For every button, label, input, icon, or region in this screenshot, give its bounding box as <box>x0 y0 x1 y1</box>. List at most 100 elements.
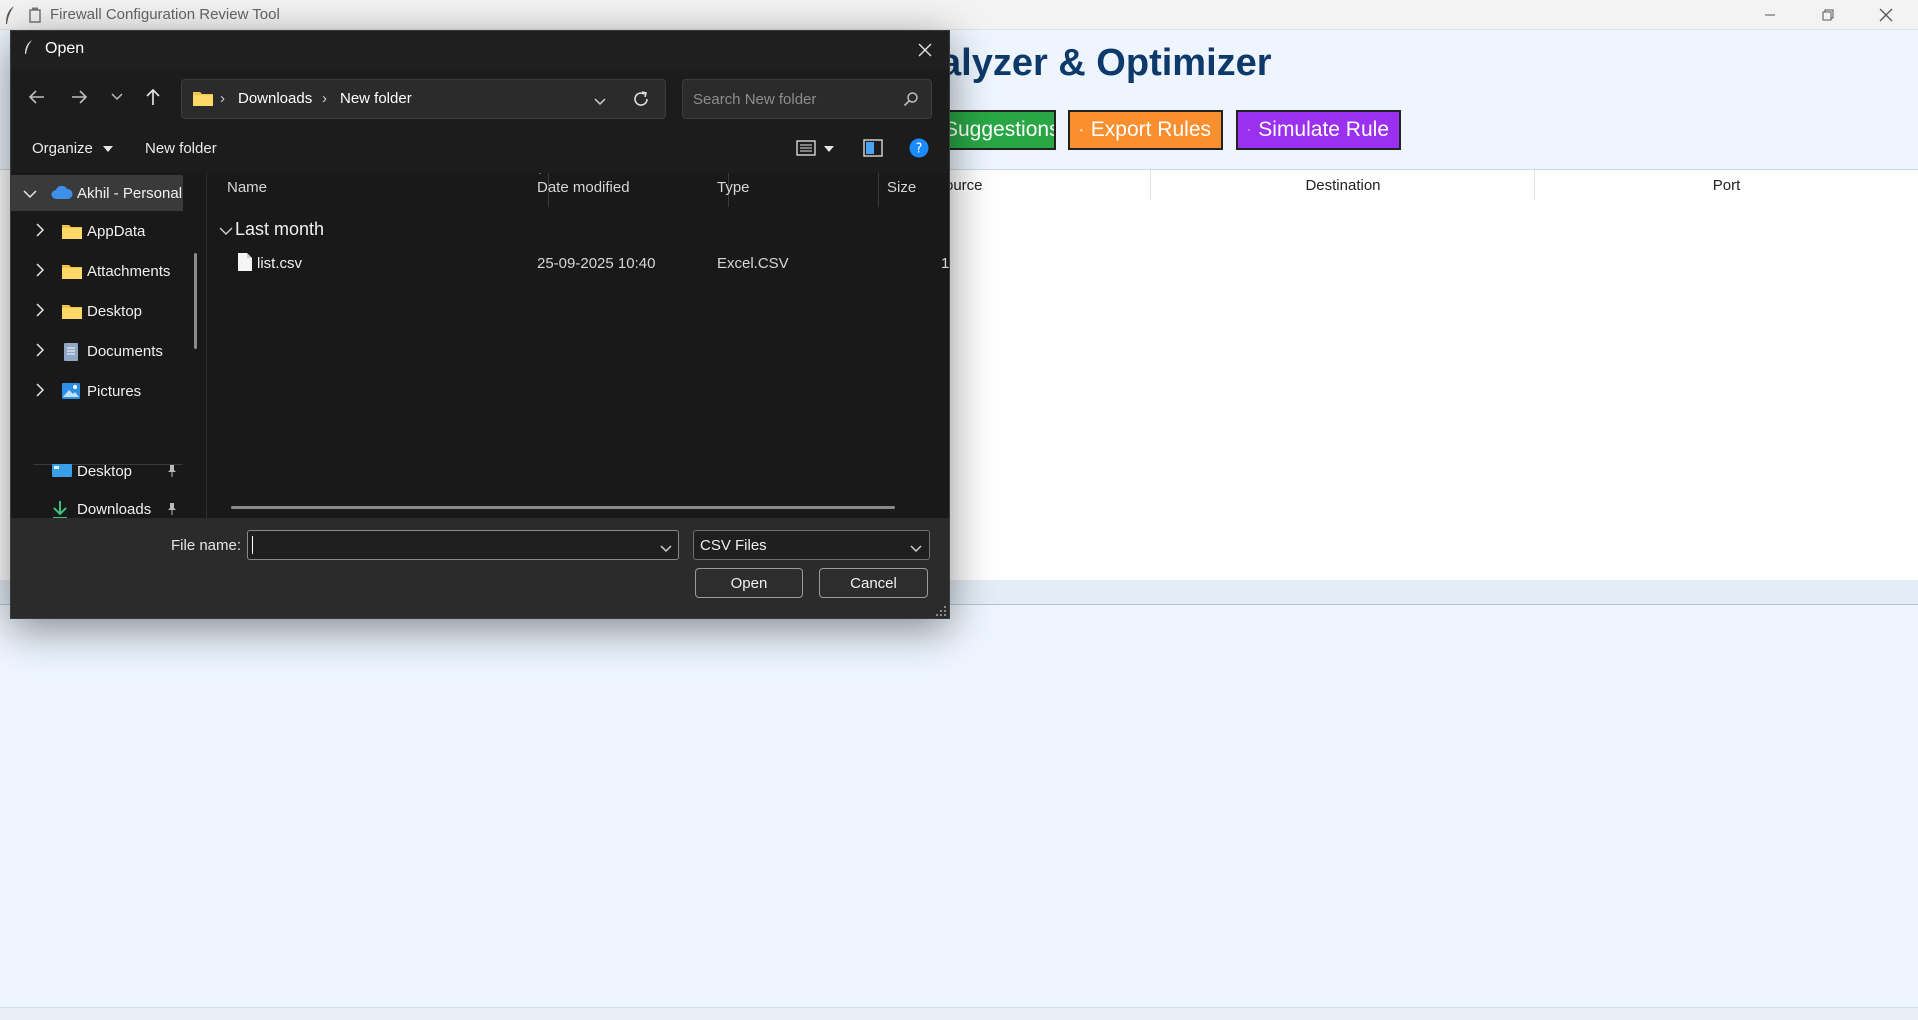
documents-icon <box>61 342 81 360</box>
pin-icon <box>166 502 178 518</box>
file-type-select[interactable]: CSV Files <box>693 530 930 560</box>
preview-pane-button[interactable] <box>863 139 883 162</box>
column-header-port[interactable]: Port <box>1535 170 1918 200</box>
chevron-right-icon <box>35 343 49 357</box>
chevron-down-icon <box>910 541 922 559</box>
file-size: 1 <box>941 255 949 272</box>
export-rules-label: Export Rules <box>1091 118 1211 142</box>
nav-item-label: AppData <box>87 223 145 240</box>
minimize-button[interactable] <box>1742 0 1798 29</box>
chevron-right-icon <box>35 383 49 397</box>
svg-text:?: ? <box>916 142 923 157</box>
file-name-input[interactable] <box>247 530 679 560</box>
breadcrumb-new-folder[interactable]: New folder <box>340 90 412 107</box>
preview-pane-icon <box>863 139 883 157</box>
close-button[interactable] <box>1858 0 1914 29</box>
search-input[interactable]: Search New folder <box>682 79 932 119</box>
nav-item-onedrive[interactable]: Akhil - Personal <box>11 175 183 211</box>
file-list: Name ˅ Date modified Type Size Last mont… <box>207 173 949 518</box>
nav-item-desktop[interactable]: Desktop <box>11 293 206 329</box>
column-date-modified[interactable]: Date modified <box>537 179 630 196</box>
organize-label: Organize <box>32 140 93 157</box>
column-type[interactable]: Type <box>717 179 750 196</box>
resize-grip-icon[interactable] <box>935 604 947 622</box>
nav-item-label: Pictures <box>87 383 141 400</box>
restore-icon <box>1822 9 1834 21</box>
nav-item-label: Downloads <box>77 501 151 518</box>
chevron-right-icon <box>35 263 49 277</box>
back-button[interactable] <box>23 83 51 111</box>
column-header-destination[interactable]: Destination <box>1152 170 1535 200</box>
nav-item-attachments[interactable]: Attachments <box>11 253 206 289</box>
output-panel <box>0 605 1918 1007</box>
refresh-icon <box>632 90 650 108</box>
chevron-down-icon <box>23 186 37 200</box>
new-folder-button[interactable]: New folder <box>145 140 217 157</box>
recent-locations-button[interactable] <box>103 83 131 111</box>
navigation-bar: › Downloads › New folder Search New fold… <box>11 69 949 125</box>
cancel-button[interactable]: Cancel <box>819 568 928 598</box>
folder-icon <box>61 302 81 320</box>
column-name[interactable]: Name <box>227 179 267 196</box>
chevron-right-icon <box>35 303 49 317</box>
search-placeholder: Search New folder <box>693 91 816 108</box>
group-header[interactable]: Last month <box>207 215 949 245</box>
open-button[interactable]: Open <box>695 568 803 598</box>
folder-icon <box>61 222 81 240</box>
nav-item-quick-downloads[interactable]: Downloads <box>11 491 206 518</box>
nav-item-label: Desktop <box>87 303 142 320</box>
up-button[interactable] <box>139 83 167 111</box>
column-header-label: Destination <box>1305 177 1380 194</box>
column-header-label: ource <box>945 177 983 194</box>
nav-item-pictures[interactable]: Pictures <box>11 373 206 409</box>
file-name: list.csv <box>257 255 302 272</box>
nav-scrollbar[interactable] <box>194 253 197 349</box>
breadcrumb-downloads[interactable]: Downloads <box>238 90 312 107</box>
nav-item-quick-desktop[interactable]: Desktop <box>11 453 206 489</box>
nav-item-label: Desktop <box>77 463 132 480</box>
file-name-dropdown-button[interactable] <box>660 541 672 559</box>
file-list-hscrollbar[interactable] <box>231 506 895 509</box>
navigation-pane: Akhil - Personal AppData Attachments Des… <box>11 173 206 518</box>
nav-item-documents[interactable]: Documents <box>11 333 206 369</box>
folder-icon <box>61 262 81 280</box>
chevron-down-icon <box>594 97 606 107</box>
group-label: Last month <box>235 219 324 240</box>
chevron-down-icon <box>111 92 123 102</box>
feather-icon <box>4 5 18 25</box>
column-header-label: Port <box>1713 177 1741 194</box>
command-bar: Organize New folder ? <box>11 125 949 174</box>
maximize-button[interactable] <box>1800 0 1856 29</box>
caret-down-icon <box>103 145 113 153</box>
address-bar[interactable]: › Downloads › New folder <box>181 79 666 119</box>
chevron-down-icon <box>219 223 233 241</box>
app-title: Firewall Configuration Review Tool <box>50 6 280 23</box>
view-options-button[interactable] <box>796 139 834 162</box>
file-date: 25-09-2025 10:40 <box>537 255 655 272</box>
page-title: alyzer & Optimizer <box>940 42 1272 85</box>
file-row[interactable]: list.csv 25-09-2025 10:40 Excel.CSV 1 <box>207 248 949 278</box>
search-icon <box>903 91 919 112</box>
forward-button[interactable] <box>65 83 93 111</box>
refresh-button[interactable] <box>632 90 650 113</box>
chevron-down-icon <box>660 544 672 554</box>
nav-item-appdata[interactable]: AppData <box>11 213 206 249</box>
column-size[interactable]: Size <box>887 179 916 196</box>
breadcrumb-separator: › <box>220 90 225 107</box>
nav-item-label: Attachments <box>87 263 170 280</box>
dialog-close-button[interactable] <box>911 37 939 63</box>
arrow-left-icon <box>28 89 46 105</box>
export-rules-button[interactable]: Export Rules <box>1068 110 1223 150</box>
file-name-label: File name: <box>171 537 241 554</box>
file-type: Excel.CSV <box>717 255 789 272</box>
address-history-button[interactable] <box>594 94 606 112</box>
column-separator <box>878 173 879 207</box>
chevron-right-icon <box>35 223 49 237</box>
desktop-icon <box>51 462 71 480</box>
suggestions-label: Suggestions <box>944 118 1056 142</box>
help-button[interactable]: ? <box>909 138 929 163</box>
breadcrumb-separator: › <box>322 90 327 107</box>
simulate-rule-button[interactable]: Simulate Rule <box>1236 110 1401 150</box>
organize-button[interactable]: Organize <box>32 140 113 157</box>
open-file-dialog: Open › Downloads › New folder <box>10 30 950 619</box>
